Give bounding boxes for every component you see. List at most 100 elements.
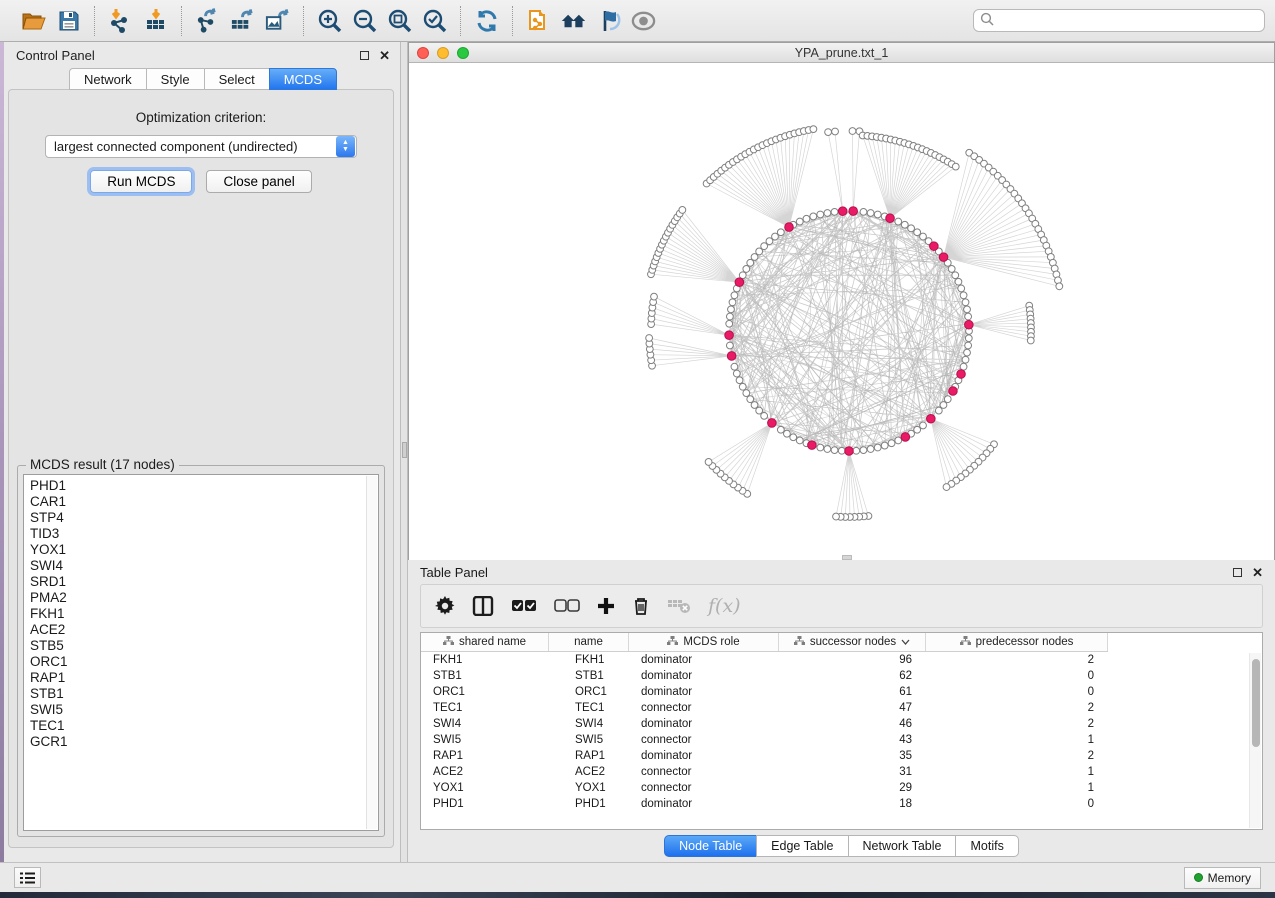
tab-mcds[interactable]: MCDS [269,68,337,90]
table-row[interactable]: ACE2ACE2connector311 [421,764,1262,780]
network-node[interactable] [784,430,791,437]
list-scrollbar[interactable] [366,476,377,829]
table-row[interactable]: RAP1RAP1dominator352 [421,748,1262,764]
network-node[interactable] [729,299,736,306]
network-node[interactable] [728,306,735,313]
network-node[interactable] [874,444,881,451]
dominator-node[interactable] [845,447,854,456]
network-node[interactable] [831,208,838,215]
memory-button[interactable]: Memory [1184,867,1261,889]
network-node[interactable] [1056,283,1063,290]
home-icon[interactable] [560,7,587,34]
list-item[interactable]: RAP1 [30,670,378,686]
network-node[interactable] [860,208,867,215]
network-node[interactable] [772,233,779,240]
network-node[interactable] [831,447,838,454]
list-item[interactable]: STB5 [30,638,378,654]
show-columns-icon[interactable] [472,593,494,619]
tab-network[interactable]: Network [69,68,146,90]
network-node[interactable] [955,278,962,285]
network-node[interactable] [901,221,908,228]
tab-edge-table[interactable]: Edge Table [756,835,847,857]
float-panel-icon[interactable] [360,51,369,60]
network-node[interactable] [756,407,763,414]
table-row[interactable]: TEC1TEC1connector472 [421,700,1262,716]
network-node[interactable] [824,210,831,217]
column-header-successor-nodes[interactable]: successor nodes [779,633,926,651]
tab-node-table[interactable]: Node Table [664,835,756,857]
table-row[interactable]: ORC1ORC1dominator610 [421,684,1262,700]
list-item[interactable]: GCR1 [30,734,378,750]
network-node[interactable] [824,446,831,453]
network-node[interactable] [965,313,972,320]
run-mcds-button[interactable]: Run MCDS [90,170,192,193]
network-node[interactable] [908,225,915,232]
add-column-icon[interactable] [597,593,615,619]
open-session-icon[interactable] [20,7,47,34]
network-node[interactable] [751,254,758,261]
network-node[interactable] [705,459,712,466]
dominator-node[interactable] [901,433,910,442]
network-node[interactable] [920,233,927,240]
eye-icon[interactable] [630,7,657,34]
network-titlebar[interactable]: YPA_prune.txt_1 [409,43,1274,63]
dominator-node[interactable] [949,387,958,396]
close-panel-icon[interactable]: ✕ [1252,568,1263,577]
network-node[interactable] [747,396,754,403]
close-panel-button[interactable]: Close panel [206,170,311,193]
import-network-icon[interactable] [107,7,134,34]
network-node[interactable] [952,272,959,279]
network-node[interactable] [743,390,750,397]
network-node[interactable] [914,426,921,433]
network-node[interactable] [867,210,874,217]
list-item[interactable]: FKH1 [30,606,378,622]
network-node[interactable] [810,126,817,133]
hide-flag-icon[interactable] [595,7,622,34]
network-node[interactable] [849,128,856,135]
network-node[interactable] [833,513,840,520]
dominator-node[interactable] [957,370,966,379]
network-node[interactable] [895,437,902,444]
network-node[interactable] [810,213,817,220]
table-scrollbar[interactable] [1249,653,1261,828]
dominator-node[interactable] [808,441,817,450]
function-builder-icon[interactable]: f(x) [708,593,741,619]
network-node[interactable] [943,484,950,491]
network-node[interactable] [731,363,738,370]
network-node[interactable] [726,342,733,349]
network-node[interactable] [948,266,955,273]
dominator-node[interactable] [927,414,936,423]
import-table-icon[interactable] [142,7,169,34]
mcds-result-list[interactable]: PHD1CAR1STP4TID3YOX1SWI4SRD1PMA2FKH1ACE2… [23,474,379,831]
list-item[interactable]: CAR1 [30,494,378,510]
network-node[interactable] [825,129,832,136]
network-node[interactable] [914,229,921,236]
network-node[interactable] [790,434,797,441]
network-node[interactable] [964,306,971,313]
network-node[interactable] [832,128,839,135]
network-node[interactable] [651,293,658,300]
close-panel-icon[interactable]: ✕ [379,51,390,60]
network-node[interactable] [739,383,746,390]
network-node[interactable] [726,313,733,320]
zoom-fit-icon[interactable] [386,7,413,34]
dominator-node[interactable] [727,352,736,361]
list-item[interactable]: STP4 [30,510,378,526]
list-item[interactable]: SRD1 [30,574,378,590]
dominator-node[interactable] [849,207,858,216]
task-history-button[interactable] [14,867,41,888]
dominator-node[interactable] [768,419,777,428]
list-item[interactable]: PMA2 [30,590,378,606]
network-node[interactable] [747,259,754,266]
dominator-node[interactable] [939,253,948,262]
network-node[interactable] [731,292,738,299]
network-node[interactable] [838,447,845,454]
network-node[interactable] [817,211,824,218]
list-item[interactable]: STB1 [30,686,378,702]
search-box[interactable] [973,9,1265,32]
network-node[interactable] [803,215,810,222]
network-node[interactable] [736,377,743,384]
vertical-splitter[interactable] [400,42,408,862]
network-node[interactable] [1027,337,1034,344]
save-session-icon[interactable] [55,7,82,34]
